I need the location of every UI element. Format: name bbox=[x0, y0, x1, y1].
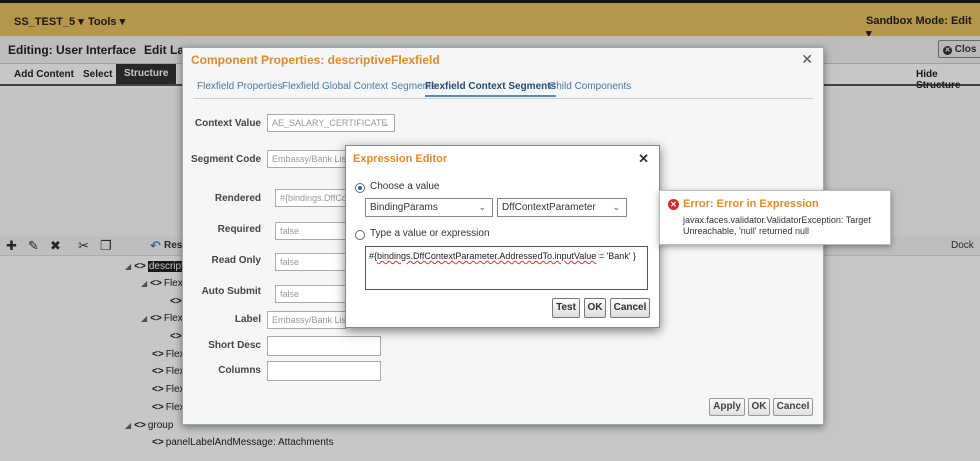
dialog-title: Component Properties: descriptiveFlexfie… bbox=[191, 53, 440, 67]
chevron-down-icon: ⌄ bbox=[612, 202, 620, 212]
binding-source-select[interactable]: BindingParams ⌄ bbox=[365, 198, 493, 217]
ok-button[interactable]: OK bbox=[584, 298, 606, 318]
chevron-down-icon: ⌄ bbox=[478, 202, 486, 212]
error-popup: ✕ Error: Error in Expression javax.faces… bbox=[659, 190, 891, 245]
close-icon[interactable]: ✕ bbox=[638, 151, 649, 167]
error-message: javax.faces.validator.ValidatorException… bbox=[683, 215, 871, 236]
tab-child-components[interactable]: Child Components bbox=[549, 81, 631, 92]
auto-submit-label: Auto Submit bbox=[201, 286, 261, 297]
close-icon[interactable]: ✕ bbox=[801, 51, 813, 68]
cancel-button[interactable]: Cancel bbox=[773, 398, 813, 416]
short-desc-field[interactable] bbox=[267, 336, 381, 356]
expression-editor-dialog: Expression Editor ✕ Choose a value Bindi… bbox=[345, 145, 660, 328]
read-only-field[interactable]: false bbox=[275, 253, 347, 271]
expression-textarea[interactable]: #{bindings.DffContextParameter.Addressed… bbox=[365, 246, 648, 290]
segment-code-field[interactable]: Embassy/Bank List bbox=[267, 150, 347, 168]
label-label: Label bbox=[234, 314, 261, 325]
properties-tabs: Flexfield Properties Flexfield Global Co… bbox=[193, 78, 813, 99]
rendered-field[interactable]: #{bindings.DffCo bbox=[275, 189, 347, 207]
read-only-label: Read Only bbox=[211, 255, 261, 266]
binding-parameter-select[interactable]: DffContextParameter ⌄ bbox=[497, 198, 627, 217]
type-value-label: Type a value or expression bbox=[370, 228, 490, 239]
tab-flexfield-properties[interactable]: Flexfield Properties bbox=[197, 81, 283, 92]
label-field[interactable]: Embassy/Bank List bbox=[267, 311, 347, 329]
rendered-label: Rendered bbox=[214, 193, 261, 204]
error-title: Error: Error in Expression bbox=[683, 198, 819, 210]
required-label: Required bbox=[217, 224, 261, 235]
error-icon: ✕ bbox=[668, 199, 679, 210]
tab-context-segments[interactable]: Flexfield Context Segments bbox=[425, 81, 557, 97]
ok-button[interactable]: OK bbox=[748, 398, 770, 416]
tab-global-context-segments[interactable]: Flexfield Global Context Segments bbox=[282, 81, 436, 92]
type-value-radio[interactable] bbox=[355, 230, 365, 240]
segment-code-label: Segment Code bbox=[191, 154, 262, 165]
apply-button[interactable]: Apply bbox=[709, 398, 745, 416]
test-button[interactable]: Test bbox=[552, 298, 580, 318]
choose-value-label: Choose a value bbox=[370, 181, 440, 192]
auto-submit-field[interactable]: false bbox=[275, 285, 347, 303]
short-desc-label: Short Desc bbox=[208, 340, 261, 351]
chevron-down-icon: ⌄ bbox=[382, 118, 390, 128]
required-field[interactable]: false bbox=[275, 222, 347, 240]
context-value-label: Context Value bbox=[194, 118, 261, 129]
context-value-select[interactable]: AE_SALARY_CERTIFICATE ⌄ bbox=[267, 114, 395, 132]
dialog-title: Expression Editor bbox=[353, 153, 448, 165]
choose-value-radio[interactable] bbox=[355, 183, 365, 193]
cancel-button[interactable]: Cancel bbox=[610, 298, 650, 318]
columns-field[interactable] bbox=[267, 361, 381, 381]
columns-label: Columns bbox=[218, 365, 261, 376]
